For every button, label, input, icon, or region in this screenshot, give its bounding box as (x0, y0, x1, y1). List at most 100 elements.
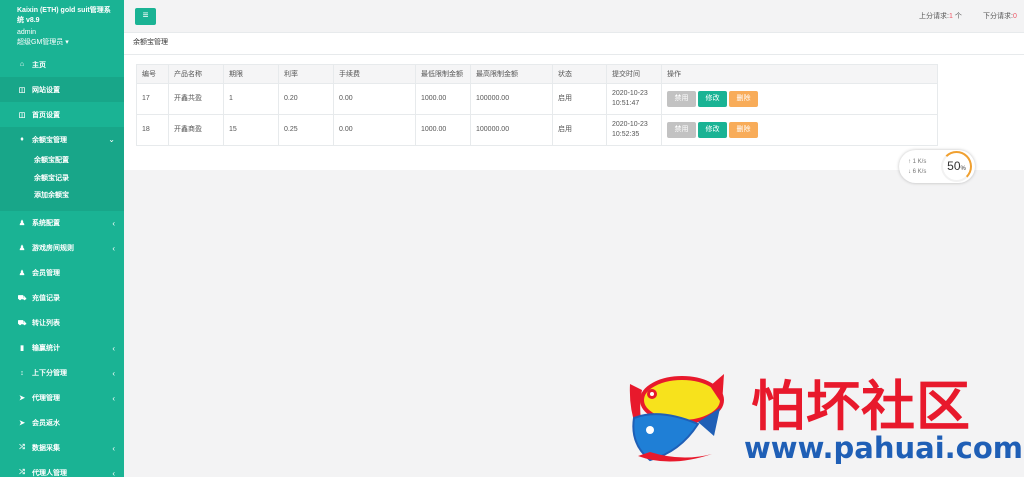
sidebar-item-home-settings[interactable]: ◫ 首页设置 (0, 102, 124, 127)
sidebar-item-points[interactable]: ↕ 上下分管理 ‹ (0, 361, 124, 386)
column-header: 产品名称 (168, 64, 224, 84)
watermark: 怕坏社区 www.pahuai.com (620, 362, 1024, 472)
down-requests-label: 下分请求: (983, 13, 1013, 20)
chevron-down-icon: ⌄ (108, 135, 115, 144)
cell-clock: 10:51:47 (612, 100, 640, 107)
home-icon: ⌂ (19, 61, 25, 68)
chevron-left-icon: ‹ (112, 368, 115, 378)
car-icon: ⛟ (17, 294, 27, 302)
sidebar-item-home[interactable]: ⌂ 主页 (0, 52, 124, 77)
chevron-left-icon: ‹ (112, 468, 115, 477)
cell-max: 100000.00 (470, 83, 553, 115)
up-requests-unit: 个 (954, 13, 962, 20)
sidebar-item-data-collect[interactable]: ⤮ 数据采集 ‹ (0, 436, 124, 461)
column-header: 编号 (136, 64, 169, 84)
shuffle-icon: ⤮ (19, 444, 25, 451)
sidebar-item-site-settings[interactable]: ◫ 网站设置 (0, 77, 124, 102)
sidebar-item-recharge[interactable]: ⛟ 充值记录 (0, 286, 124, 311)
sidebar-item-label: 会员返水 (32, 420, 60, 427)
usage-percent-unit: % (960, 166, 966, 172)
menu-toggle-button[interactable]: ≡ (135, 8, 156, 25)
up-requests-count: 1 (948, 13, 953, 20)
column-header: 利率 (278, 64, 334, 84)
up-requests-label: 上分请求: (919, 13, 949, 20)
sidebar-item-label: 代理管理 (32, 395, 60, 402)
sidebar-item-label: 代理人管理 (32, 470, 67, 477)
usage-percent: 50 (947, 159, 961, 173)
window-icon: ◫ (18, 111, 26, 119)
chevron-left-icon: ‹ (112, 443, 115, 453)
hamburger-icon: ≡ (142, 10, 149, 21)
cell-date: 2020-10-23 (612, 90, 648, 97)
sidebar-item-label: 充值记录 (32, 295, 60, 302)
sidebar-subitem-add[interactable]: 添加余额宝 (0, 187, 124, 205)
cell-name: 开鑫共盈 (168, 83, 224, 115)
cell-name: 开鑫商盈 (168, 114, 224, 146)
sidebar-item-label: 游戏房间规则 (32, 245, 74, 252)
updown-icon: ↕ (20, 369, 24, 377)
cell-time: 2020-10-23 10:51:47 (606, 83, 662, 115)
down-requests-count: 0 (1012, 13, 1017, 20)
sidebar-item-system-config[interactable]: ♟ 系统配置 ‹ (0, 211, 124, 236)
send-icon: ➤ (19, 395, 25, 402)
column-header: 最高限制金额 (470, 64, 553, 84)
down-requests-link[interactable]: 下分请求:0 (983, 11, 1017, 21)
sidebar-item-label: 上下分管理 (32, 370, 67, 377)
table-row: 18 开鑫商盈 15 0.25 0.00 1000.00 100000.00 启… (136, 114, 938, 146)
shuffle-icon: ⤮ (19, 469, 25, 476)
sidebar-item-stats[interactable]: ▮ 输赢统计 ‹ (0, 336, 124, 361)
up-requests-link[interactable]: 上分请求:1 个 (919, 11, 962, 21)
sidebar-item-label: 网站设置 (32, 86, 60, 94)
table-header-row: 编号 产品名称 期限 利率 手续费 最低限制金额 最高限制金额 状态 提交时间 … (136, 64, 938, 84)
role-dropdown[interactable]: 超级GM管理员 ▾ (17, 38, 116, 48)
sidebar: Kaixin (ETH) gold suit管理系统 v8.9 admin 超级… (0, 0, 124, 477)
sidebar-item-game-rules[interactable]: ♟ 游戏房间规则 ‹ (0, 236, 124, 261)
usage-gauge: 50% (941, 151, 972, 182)
cell-id: 17 (136, 83, 169, 115)
watermark-cn-text: 怕坏社区 (751, 375, 971, 438)
sidebar-item-transfers[interactable]: ⛟ 转让列表 (0, 311, 124, 336)
brand-block: Kaixin (ETH) gold suit管理系统 v8.9 admin 超级… (0, 0, 124, 52)
content-panel: 余额宝管理 编号 产品名称 期限 利率 手续费 最低限制金额 最高限制金额 状态… (124, 33, 1024, 170)
disable-button[interactable]: 禁用 (667, 91, 696, 107)
sidebar-item-rebate[interactable]: ➤ 会员返水 (0, 411, 124, 436)
sidebar-item-label: 输赢统计 (32, 345, 60, 352)
cell-status: 启用 (552, 114, 607, 146)
sidebar-item-label: 首页设置 (32, 111, 60, 119)
sidebar-item-agents[interactable]: ➤ 代理管理 ‹ (0, 386, 124, 411)
table-row: 17 开鑫共盈 1 0.20 0.00 1000.00 100000.00 启用… (136, 83, 938, 115)
cell-rate: 0.20 (278, 83, 334, 115)
top-navbar: ≡ 上分请求:1 个 下分请求:0 (124, 0, 1024, 33)
cell-max: 100000.00 (470, 114, 553, 146)
sidebar-item-agent-people[interactable]: ⤮ 代理人管理 ‹ (0, 461, 124, 477)
page-title: 余额宝管理 (124, 33, 1024, 55)
chevron-left-icon: ‹ (112, 393, 115, 403)
edit-button[interactable]: 修改 (698, 122, 727, 138)
chevron-left-icon: ‹ (112, 243, 115, 253)
sidebar-item-members[interactable]: ♟ 会员管理 (0, 261, 124, 286)
edit-button[interactable]: 修改 (698, 91, 727, 107)
speed-lines: ↑ 1 K/s ↓ 6 K/s (908, 157, 926, 177)
sidebar-item-label: 会员管理 (32, 270, 60, 277)
delete-button[interactable]: 删除 (729, 122, 758, 138)
cell-actions: 禁用 修改 删除 (661, 83, 938, 115)
fish-logo-icon (629, 374, 724, 462)
disable-button[interactable]: 禁用 (667, 122, 696, 138)
cell-date: 2020-10-23 (612, 121, 648, 128)
sidebar-item-yuebao[interactable]: ♦ 余额宝管理 ⌄ (0, 127, 124, 152)
cell-min: 1000.00 (415, 114, 471, 146)
cell-time: 2020-10-23 10:52:35 (606, 114, 662, 146)
delete-button[interactable]: 删除 (729, 91, 758, 107)
sidebar-subitem-records[interactable]: 余额宝记录 (0, 170, 124, 188)
sidebar-item-label: 系统配置 (32, 220, 60, 227)
users-icon: ♟ (18, 270, 26, 277)
column-header: 操作 (661, 64, 938, 84)
car-icon: ⛟ (17, 319, 27, 327)
network-speed-widget[interactable]: ↑ 1 K/s ↓ 6 K/s 50% (899, 150, 975, 183)
username: admin (17, 29, 37, 36)
column-header: 状态 (552, 64, 607, 84)
bank-icon: ♦ (20, 136, 24, 143)
download-speed: ↓ 6 K/s (908, 169, 927, 175)
chevron-left-icon: ‹ (112, 218, 115, 228)
sidebar-subitem-config[interactable]: 余额宝配置 (0, 152, 124, 170)
